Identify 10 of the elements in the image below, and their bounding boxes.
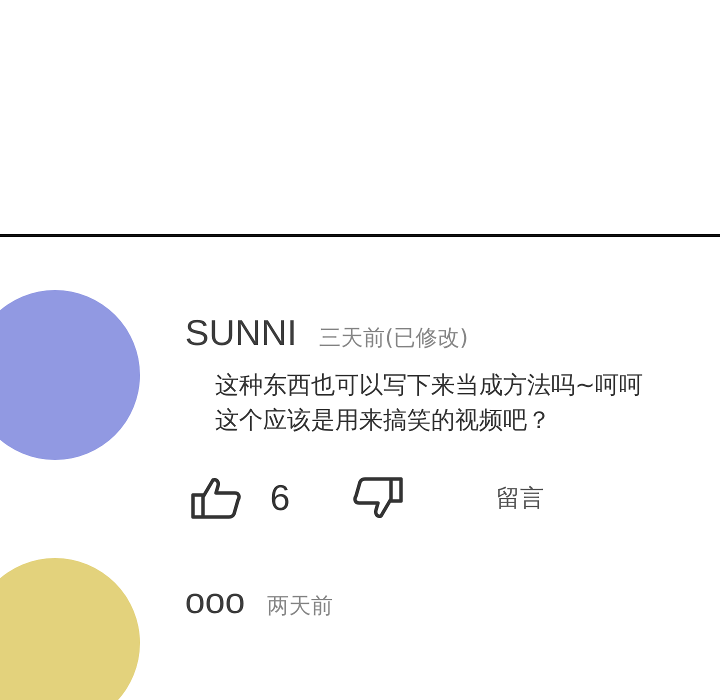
comment-text: 这个应该是用来搞笑的视频吧？ bbox=[215, 405, 552, 436]
like-count: 6 bbox=[270, 477, 290, 519]
thumbs-down-icon[interactable] bbox=[352, 476, 404, 520]
comment-text: 这种东西也可以写下来当成方法吗~呵呵 bbox=[215, 370, 644, 401]
timestamp: 三天前(已修改) bbox=[319, 325, 468, 353]
username: ooo bbox=[185, 580, 246, 622]
username: SUNNI bbox=[185, 312, 298, 354]
timestamp: 两天前 bbox=[267, 593, 334, 621]
thumbs-up-icon[interactable] bbox=[190, 476, 242, 520]
reply-link[interactable]: 留言 bbox=[496, 482, 544, 514]
